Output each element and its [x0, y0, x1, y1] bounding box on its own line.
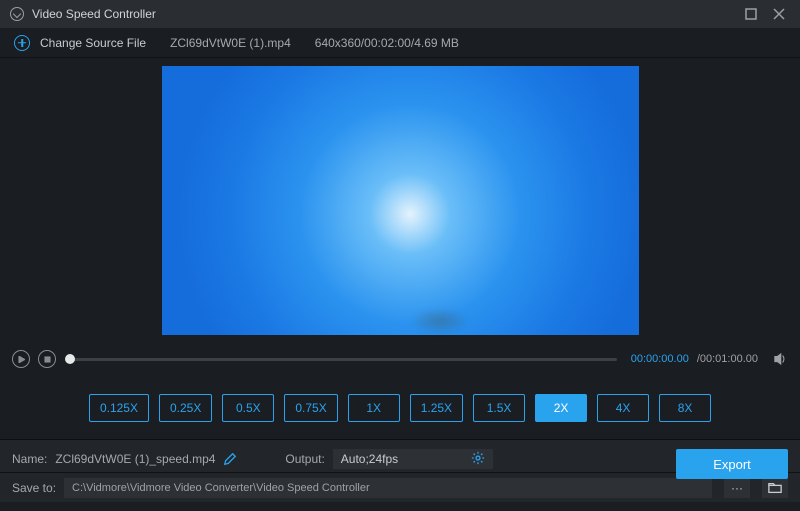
save-path-input[interactable]: C:\Vidmore\Vidmore Video Converter\Video…: [64, 478, 712, 498]
save-path-text: C:\Vidmore\Vidmore Video Converter\Video…: [72, 482, 370, 494]
export-button[interactable]: Export: [676, 449, 788, 479]
name-label: Name:: [12, 452, 47, 466]
output-value: Auto;24fps: [341, 452, 398, 466]
progress-handle[interactable]: [65, 354, 75, 364]
maximize-button[interactable]: [740, 5, 762, 23]
edit-name-button[interactable]: [223, 452, 237, 466]
plus-icon: [14, 35, 30, 51]
save-label: Save to:: [12, 481, 56, 495]
stop-button[interactable]: [38, 350, 56, 368]
speed-button-1x[interactable]: 1X: [348, 394, 400, 422]
open-folder-button[interactable]: [762, 478, 788, 498]
speed-button-1.25x[interactable]: 1.25X: [410, 394, 463, 422]
source-file-name: ZCl69dVtW0E (1).mp4: [170, 36, 291, 50]
speed-button-1.5x[interactable]: 1.5X: [473, 394, 525, 422]
progress-bar[interactable]: [70, 358, 617, 361]
total-time: /00:01:00.00: [697, 353, 758, 365]
volume-button[interactable]: [772, 351, 788, 367]
export-label: Export: [713, 457, 751, 472]
source-file-meta: 640x360/00:02:00/4.69 MB: [315, 36, 459, 50]
speed-button-4x[interactable]: 4X: [597, 394, 649, 422]
preview-area: [0, 58, 800, 342]
speed-button-0.5x[interactable]: 0.5X: [222, 394, 274, 422]
speed-button-0.75x[interactable]: 0.75X: [284, 394, 337, 422]
change-source-label: Change Source File: [40, 36, 146, 50]
source-row: Change Source File ZCl69dVtW0E (1).mp4 6…: [0, 28, 800, 58]
speed-button-0.125x[interactable]: 0.125X: [89, 394, 149, 422]
change-source-button[interactable]: Change Source File: [14, 35, 146, 51]
output-format-dropdown[interactable]: Auto;24fps: [333, 449, 493, 469]
title-bar: Video Speed Controller: [0, 0, 800, 28]
play-button[interactable]: [12, 350, 30, 368]
close-button[interactable]: [768, 5, 790, 23]
speed-buttons: 0.125X 0.25X 0.5X 0.75X 1X 1.25X 1.5X 2X 4X 8X: [89, 394, 711, 422]
speed-button-8x[interactable]: 8X: [659, 394, 711, 422]
output-name: ZCl69dVtW0E (1)_speed.mp4: [55, 452, 215, 466]
video-preview[interactable]: [162, 66, 639, 335]
gear-icon: [471, 451, 485, 468]
speed-area: 0.125X 0.25X 0.5X 0.75X 1X 1.25X 1.5X 2X 4X 8X: [0, 376, 800, 440]
speed-button-0.25x[interactable]: 0.25X: [159, 394, 212, 422]
current-time: 00:00:00.00: [631, 353, 689, 365]
more-button[interactable]: ···: [724, 478, 750, 498]
app-title: Video Speed Controller: [32, 7, 156, 21]
app-logo-icon: [10, 7, 24, 21]
output-label: Output:: [285, 452, 324, 466]
playback-controls: 00:00:00.00 /00:01:00.00: [0, 342, 800, 376]
speed-button-2x[interactable]: 2X: [535, 394, 587, 422]
